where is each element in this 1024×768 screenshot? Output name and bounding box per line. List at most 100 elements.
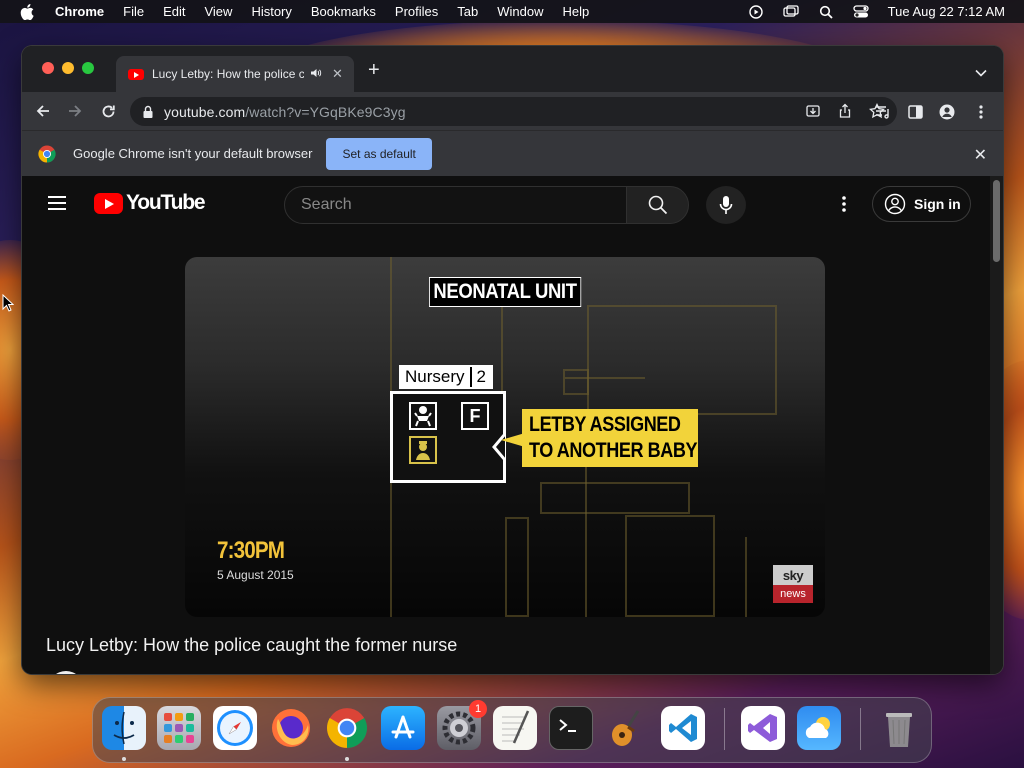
menu-help[interactable]: Help xyxy=(563,4,590,19)
menu-window[interactable]: Window xyxy=(497,4,543,19)
minimize-window-button[interactable] xyxy=(62,62,74,74)
menu-app-name[interactable]: Chrome xyxy=(55,4,104,19)
video-title: Lucy Letby: How the police caught the fo… xyxy=(46,635,458,655)
voice-search-button[interactable] xyxy=(706,186,746,224)
settings-kebab-icon[interactable] xyxy=(834,194,854,214)
dock: 1 xyxy=(92,697,932,763)
sky-news-logo-top: sky xyxy=(773,565,813,585)
sign-in-button[interactable]: Sign in xyxy=(872,186,971,222)
neonatal-unit-heading: NEONATAL UNIT xyxy=(429,277,582,307)
cell-letter-f: F xyxy=(461,402,489,430)
lock-icon[interactable] xyxy=(142,105,154,119)
close-window-button[interactable] xyxy=(42,62,54,74)
spotlight-search-icon[interactable] xyxy=(818,5,834,19)
callout-line-1: LETBY ASSIGNED xyxy=(529,413,681,436)
url-text: youtube.com/watch?v=YGqBKe9C3yg xyxy=(164,104,406,120)
back-arrow-icon[interactable] xyxy=(33,101,53,121)
menu-clock[interactable]: Tue Aug 22 7:12 AM xyxy=(888,4,1005,19)
sky-news-logo: sky news xyxy=(773,565,813,603)
nurse-icon xyxy=(409,436,437,464)
menu-edit[interactable]: Edit xyxy=(163,4,185,19)
browser-tab[interactable]: Lucy Letby: How the police caught the fo… xyxy=(116,56,354,92)
apple-menu-icon[interactable] xyxy=(16,3,38,20)
forward-arrow-icon[interactable] xyxy=(65,101,85,121)
url-path: /watch?v=YGqBKe9C3yg xyxy=(245,103,406,120)
control-center-icon[interactable] xyxy=(853,5,869,19)
chrome-dock-icon[interactable] xyxy=(325,706,369,750)
profile-icon[interactable] xyxy=(938,103,956,121)
search-input[interactable]: Search xyxy=(284,186,627,224)
share-icon[interactable] xyxy=(837,103,853,124)
weather-icon[interactable] xyxy=(797,706,841,750)
install-app-icon[interactable] xyxy=(805,103,821,124)
account-icon xyxy=(884,193,906,215)
nursery-room: F xyxy=(390,391,506,483)
menu-view[interactable]: View xyxy=(204,4,232,19)
garageband-icon[interactable] xyxy=(605,706,649,750)
video-date-caption: 5 August 2015 xyxy=(217,568,294,582)
video-player[interactable]: NEONATAL UNIT Nursery 2 F LETBY ASSIGNED… xyxy=(185,257,825,617)
menu-history[interactable]: History xyxy=(251,4,291,19)
video-time-caption: 7:30PM xyxy=(217,537,285,564)
menu-tab[interactable]: Tab xyxy=(457,4,478,19)
system-settings-icon[interactable]: 1 xyxy=(437,700,487,750)
youtube-wordmark[interactable]: YouTube xyxy=(126,191,206,215)
youtube-logo-icon[interactable] xyxy=(94,193,123,214)
menu-bar: Chrome File Edit View History Bookmarks … xyxy=(0,0,1024,23)
callout-box: LETBY ASSIGNED TO ANOTHER BABY xyxy=(522,409,698,467)
channel-avatar[interactable] xyxy=(48,671,84,674)
launchpad-icon[interactable] xyxy=(157,706,201,750)
reading-list-icon[interactable] xyxy=(874,103,892,121)
tab-strip: Lucy Letby: How the police caught the fo… xyxy=(22,46,1003,92)
menu-bookmarks[interactable]: Bookmarks xyxy=(311,4,376,19)
sign-in-label: Sign in xyxy=(914,196,961,212)
page-scrollbar[interactable] xyxy=(990,176,1003,674)
safari-icon[interactable] xyxy=(213,706,257,750)
nursery-label: Nursery 2 xyxy=(399,365,493,389)
baby-icon xyxy=(409,402,437,430)
settings-badge: 1 xyxy=(469,700,487,718)
trash-icon[interactable] xyxy=(877,706,921,750)
nursery-label-text: Nursery xyxy=(405,367,465,386)
vscode-icon[interactable] xyxy=(661,706,705,750)
menu-file[interactable]: File xyxy=(123,4,144,19)
speaker-icon[interactable] xyxy=(310,68,322,81)
close-tab-icon[interactable]: ✕ xyxy=(332,66,343,82)
menu-profiles[interactable]: Profiles xyxy=(395,4,438,19)
default-browser-infobar: Google Chrome isn't your default browser… xyxy=(22,130,1003,176)
callout-line-2: TO ANOTHER BABY xyxy=(529,439,698,462)
sky-news-logo-bottom: news xyxy=(773,585,813,603)
search-button[interactable] xyxy=(626,186,689,224)
tab-search-chevron-icon[interactable] xyxy=(975,64,987,82)
chrome-logo-icon xyxy=(38,145,56,163)
browser-toolbar: youtube.com/watch?v=YGqBKe9C3yg xyxy=(22,92,1003,130)
reload-icon[interactable] xyxy=(98,101,118,121)
zoom-window-button[interactable] xyxy=(82,62,94,74)
mouse-cursor-icon xyxy=(2,293,15,317)
url-host: youtube.com xyxy=(164,103,246,120)
youtube-page: YouTube Search Sign in NEONATAL UNIT Nur… xyxy=(22,176,990,674)
youtube-header: YouTube Search Sign in xyxy=(22,176,990,232)
visual-studio-icon[interactable] xyxy=(741,706,785,750)
screen-mirroring-icon[interactable] xyxy=(783,5,799,19)
infobar-message: Google Chrome isn't your default browser xyxy=(73,146,313,161)
side-panel-icon[interactable] xyxy=(906,103,924,121)
youtube-favicon-icon xyxy=(128,68,144,80)
close-infobar-icon[interactable]: ✕ xyxy=(974,145,987,165)
app-store-icon[interactable] xyxy=(381,706,425,750)
hamburger-menu-icon[interactable] xyxy=(48,196,66,210)
tab-title: Lucy Letby: How the police caught the fo… xyxy=(152,67,304,81)
address-bar[interactable]: youtube.com/watch?v=YGqBKe9C3yg xyxy=(130,97,897,126)
textedit-icon[interactable] xyxy=(493,706,537,750)
chrome-window: Lucy Letby: How the police caught the fo… xyxy=(22,46,1003,674)
play-status-icon[interactable] xyxy=(748,4,764,19)
set-as-default-button[interactable]: Set as default xyxy=(326,137,432,170)
scrollbar-thumb[interactable] xyxy=(993,180,1000,262)
chrome-menu-icon[interactable] xyxy=(972,103,990,121)
new-tab-button[interactable]: + xyxy=(368,60,380,80)
search-icon xyxy=(648,195,667,215)
firefox-icon[interactable] xyxy=(269,706,313,750)
finder-icon[interactable] xyxy=(102,706,146,750)
terminal-icon[interactable] xyxy=(549,706,593,750)
microphone-icon xyxy=(719,196,733,214)
